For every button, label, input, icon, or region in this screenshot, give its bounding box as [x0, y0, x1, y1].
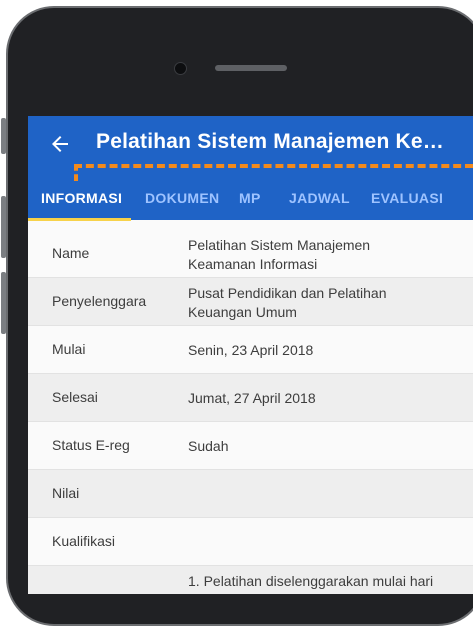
- row-value-line: Keamanan Informasi: [188, 256, 318, 272]
- table-row: Kualifikasi: [28, 518, 473, 566]
- arrow-left-icon[interactable]: [48, 132, 72, 156]
- active-tab-indicator: [28, 218, 131, 221]
- page-title: Pelatihan Sistem Manajemen Ke…: [96, 130, 444, 153]
- row-label: Selesai: [52, 389, 98, 405]
- info-table: Name Pelatihan Sistem Manajemen Keamanan…: [28, 230, 473, 594]
- row-value-line: Keuangan Umum: [188, 304, 297, 320]
- row-label: Status E-reg: [52, 437, 130, 453]
- tab-informasi[interactable]: INFORMASI: [41, 190, 122, 206]
- annotation-dashed-line: [74, 164, 473, 168]
- row-label: Mulai: [52, 341, 86, 357]
- row-value-line: 1. Pelatihan diselenggarakan mulai hari: [188, 573, 434, 589]
- annotation-dashed-marker: [74, 164, 78, 181]
- row-value: Senin, 23 April 2018: [188, 342, 314, 358]
- table-row: Name Pelatihan Sistem Manajemen Keamanan…: [28, 230, 473, 278]
- tab-jadwal[interactable]: JADWAL: [289, 190, 350, 206]
- side-button-middle: [1, 196, 6, 258]
- row-value-line: Pusat Pendidikan dan Pelatihan: [188, 285, 387, 301]
- table-row: Status E-reg Sudah: [28, 422, 473, 470]
- earpiece-speaker: [215, 65, 287, 71]
- front-camera: [174, 62, 187, 75]
- tab-dokumen[interactable]: DOKUMEN: [145, 190, 219, 206]
- row-value: 1. Pelatihan diselenggarakan mulai hari: [188, 572, 453, 591]
- row-label: Name: [52, 245, 90, 261]
- row-label: Kualifikasi: [52, 533, 116, 549]
- tab-evaluasi[interactable]: EVALUASI: [371, 190, 443, 206]
- app-bar: Pelatihan Sistem Manajemen Ke… INFORMASI…: [28, 116, 473, 221]
- row-value: Pelatihan Sistem Manajemen Keamanan Info…: [188, 236, 453, 274]
- row-value: Sudah: [188, 438, 229, 454]
- table-row: Nilai: [28, 470, 473, 518]
- app-screen: Pelatihan Sistem Manajemen Ke… INFORMASI…: [28, 116, 473, 594]
- tab-bar: INFORMASI DOKUMEN MP JADWAL EVALUASI: [28, 182, 473, 221]
- row-value: Jumat, 27 April 2018: [188, 390, 316, 406]
- tab-mp[interactable]: MP: [239, 190, 261, 206]
- side-button-lower: [1, 272, 6, 334]
- table-row: Selesai Jumat, 27 April 2018: [28, 374, 473, 422]
- table-row: Mulai Senin, 23 April 2018: [28, 326, 473, 374]
- table-row: Penyelenggara Pusat Pendidikan dan Pelat…: [28, 278, 473, 326]
- row-label: Penyelenggara: [52, 293, 147, 309]
- row-value: Pusat Pendidikan dan Pelatihan Keuangan …: [188, 284, 453, 322]
- row-value-line: Pelatihan Sistem Manajemen: [188, 237, 371, 253]
- table-row: 1. Pelatihan diselenggarakan mulai hari: [28, 566, 473, 594]
- side-button-upper: [1, 118, 6, 154]
- row-label: Nilai: [52, 485, 80, 501]
